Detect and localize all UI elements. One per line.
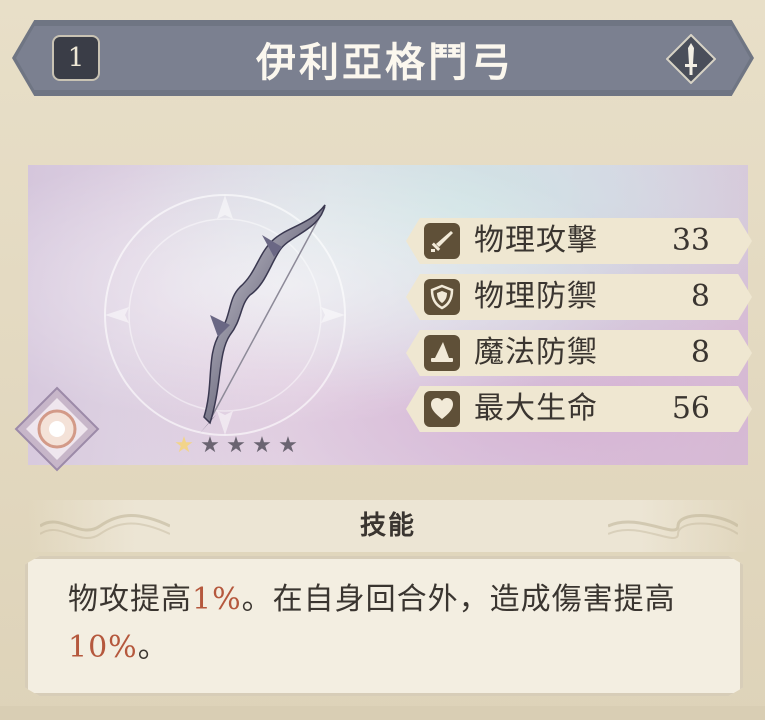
bow-weapon-image xyxy=(200,204,326,433)
stat-value: 8 xyxy=(690,279,710,314)
rarity-stars: ★ ★ ★ ★ ★ xyxy=(172,434,300,458)
rank-badge: 1 xyxy=(52,35,100,81)
bottom-border xyxy=(0,706,765,720)
skill-description: 物攻提高1%。在自身回合外，造成傷害提高 10%。 xyxy=(68,576,718,672)
stat-label: 最大生命 xyxy=(474,391,598,426)
skill-title: 技能 xyxy=(359,511,416,541)
stat-value: 8 xyxy=(690,335,710,370)
rarity-emblem-icon xyxy=(14,386,100,472)
star-icon: ★ xyxy=(174,433,194,458)
stat-label: 物理防禦 xyxy=(474,279,598,314)
stat-value: 33 xyxy=(671,223,710,258)
stat-label: 物理攻擊 xyxy=(474,223,598,258)
desc-text: 。在自身回合外，造成傷害提高 xyxy=(241,582,676,617)
stat-label: 魔法防禦 xyxy=(474,335,598,370)
shield-icon xyxy=(424,279,460,315)
star-icon: ★ xyxy=(226,433,246,458)
wizard-hat-icon xyxy=(424,335,460,371)
desc-text: 物攻提高 xyxy=(68,582,192,617)
desc-text: 。 xyxy=(137,630,169,665)
weapon-type-icon[interactable] xyxy=(666,34,716,84)
desc-highlight: 10% xyxy=(68,630,138,665)
sword-icon xyxy=(424,223,460,259)
desc-highlight: 1% xyxy=(192,582,242,617)
heart-icon xyxy=(424,391,460,427)
item-name: 伊利亞格鬥弓 xyxy=(256,39,514,86)
star-icon: ★ xyxy=(252,433,272,458)
stat-value: 56 xyxy=(671,391,710,426)
star-icon: ★ xyxy=(200,433,220,458)
star-icon: ★ xyxy=(278,433,298,458)
